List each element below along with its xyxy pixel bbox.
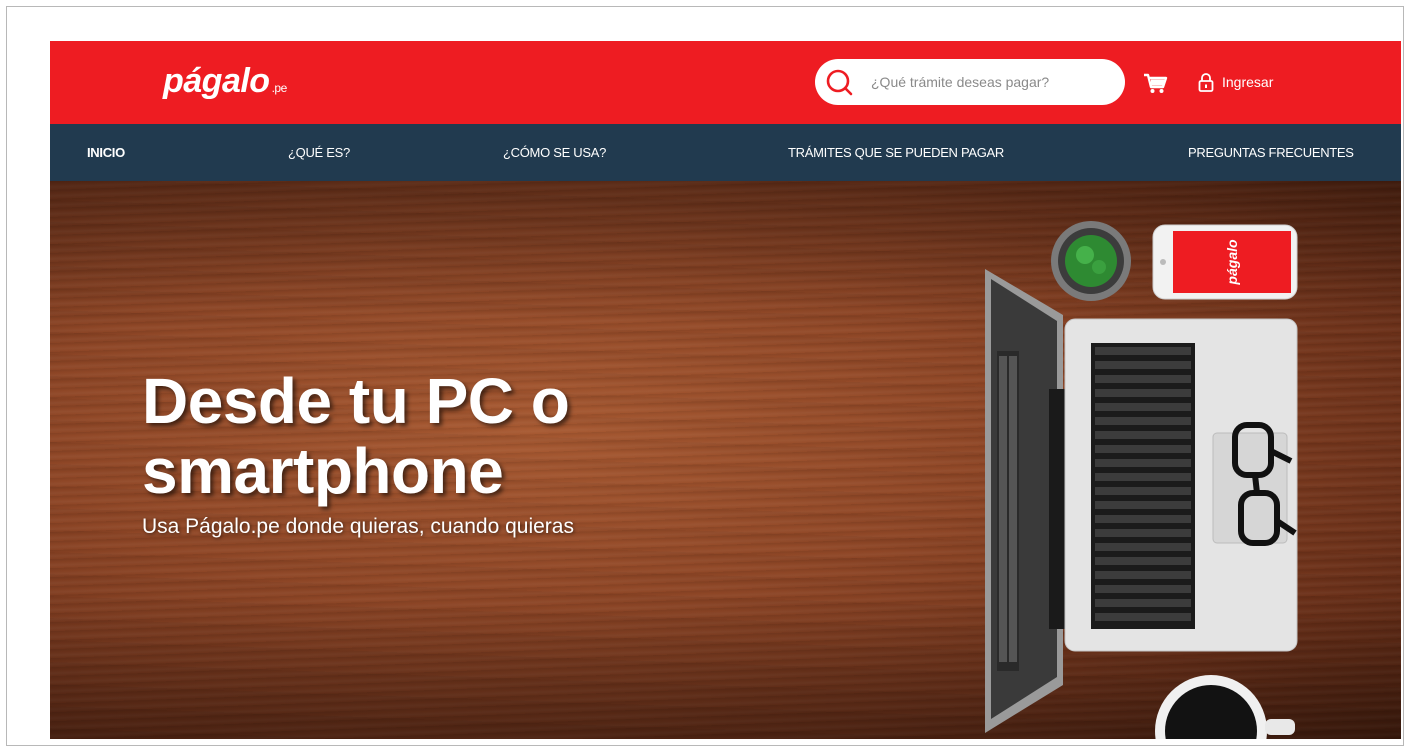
- header-bar: págalo.pe I: [50, 41, 1401, 124]
- nav-item-que-es[interactable]: ¿QUÉ ES?: [288, 124, 350, 181]
- site-logo[interactable]: págalo .pe: [163, 59, 287, 110]
- desk-illustration: págalo: [985, 221, 1298, 739]
- hero-banner: Desde tu PC o smartphone Usa Págalo.pe d…: [50, 181, 1401, 739]
- cart-icon[interactable]: [1142, 71, 1168, 95]
- coffee-cup-image: [1155, 675, 1295, 739]
- cactus-plant: [1051, 221, 1131, 301]
- lock-icon: [1198, 73, 1214, 92]
- laptop-image: [985, 269, 1298, 733]
- smartphone-image: págalo: [1152, 224, 1298, 300]
- phone-logo-text: págalo: [1224, 239, 1240, 286]
- search-input[interactable]: [871, 74, 1111, 90]
- main-nav: INICIO ¿QUÉ ES? ¿CÓMO SE USA? TRÁMITES Q…: [50, 124, 1401, 181]
- search-box[interactable]: [815, 59, 1125, 105]
- logo-text: págalo: [163, 62, 270, 100]
- website: págalo.pe I: [50, 41, 1401, 739]
- nav-item-tramites[interactable]: TRÁMITES QUE SE PUEDEN PAGAR: [788, 124, 1004, 181]
- login-label: Ingresar: [1222, 74, 1274, 90]
- nav-item-inicio[interactable]: INICIO: [87, 124, 125, 181]
- hero-subline: Usa Págalo.pe donde quieras, cuando quie…: [142, 515, 574, 538]
- search-icon[interactable]: [825, 68, 853, 96]
- logo-suffix: .pe: [271, 81, 288, 95]
- nav-item-como-se-usa[interactable]: ¿CÓMO SE USA?: [503, 124, 606, 181]
- nav-item-preguntas-frecuentes[interactable]: PREGUNTAS FRECUENTES: [1188, 124, 1354, 181]
- page-frame: págalo.pe I: [6, 6, 1404, 746]
- hero-headline: Desde tu PC o smartphone: [142, 365, 570, 507]
- login-link[interactable]: Ingresar: [1198, 69, 1273, 95]
